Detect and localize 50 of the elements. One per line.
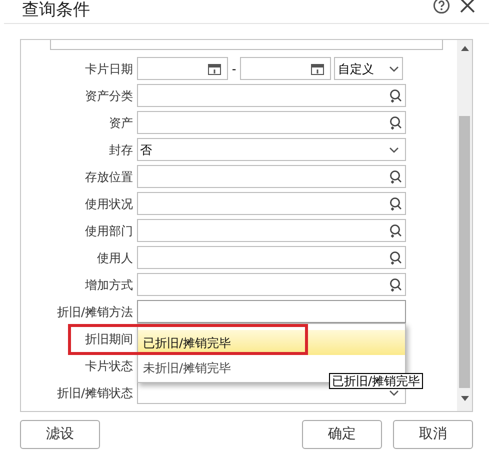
date-field[interactable]: [137, 57, 228, 80]
close-icon[interactable]: [460, 0, 475, 13]
search-icon[interactable]: [388, 196, 402, 210]
field-label: 资产: [108, 114, 133, 132]
lookup-field[interactable]: [137, 273, 406, 296]
range-separator: -: [230, 60, 238, 78]
field-label: 增加方式: [84, 276, 133, 294]
search-icon[interactable]: [388, 170, 402, 184]
lookup-field[interactable]: [137, 111, 406, 134]
chevron-down-icon: [389, 390, 399, 396]
date-field[interactable]: [240, 57, 331, 80]
dialog-button[interactable]: 取消: [393, 420, 473, 449]
scrollbar[interactable]: [457, 40, 472, 411]
scroll-up-icon[interactable]: [460, 46, 468, 51]
select-field[interactable]: 否: [137, 138, 406, 161]
dialog-button[interactable]: 滤设: [20, 420, 100, 449]
field-label: 使用部门: [84, 222, 133, 240]
field-label: 封存: [108, 142, 133, 158]
field-label: 折旧/摊销方法: [56, 304, 133, 320]
tooltip: 已折旧/摊销完毕: [329, 373, 424, 389]
field-label: 折旧期间: [84, 330, 133, 348]
dialog-button[interactable]: 确定: [302, 420, 382, 449]
scroll-thumb[interactable]: [459, 116, 470, 388]
chevron-down-icon: [389, 146, 399, 152]
search-icon[interactable]: [388, 88, 402, 102]
lookup-field[interactable]: [137, 219, 406, 242]
chevron-down-icon: [389, 66, 399, 72]
field-label: 折旧/摊销状态: [56, 384, 133, 402]
search-icon[interactable]: [388, 224, 402, 238]
search-icon[interactable]: [388, 250, 402, 264]
scroll-down-icon[interactable]: [460, 396, 468, 401]
dialog-title: 查询条件: [22, 0, 90, 20]
field-label: 卡片状态: [84, 358, 133, 374]
search-icon[interactable]: [388, 278, 402, 292]
field-label: 使用人: [96, 250, 133, 266]
field-label: 资产分类: [84, 88, 133, 104]
lookup-field[interactable]: [137, 246, 406, 269]
field-label: 卡片日期: [84, 60, 133, 78]
lookup-field[interactable]: [137, 84, 406, 107]
select-field[interactable]: [137, 300, 406, 323]
lookup-field[interactable]: [137, 192, 406, 215]
calendar-icon[interactable]: [208, 62, 221, 74]
calendar-icon[interactable]: [311, 62, 324, 74]
field-label: 存放位置: [84, 168, 133, 186]
preset-select[interactable]: 自定义: [334, 57, 403, 80]
field-label: 使用状况: [84, 196, 133, 212]
lookup-field[interactable]: [137, 165, 406, 188]
dropdown-option[interactable]: 已折旧/摊销完毕: [138, 330, 405, 355]
search-icon[interactable]: [388, 116, 402, 130]
help-icon[interactable]: [433, 0, 450, 14]
